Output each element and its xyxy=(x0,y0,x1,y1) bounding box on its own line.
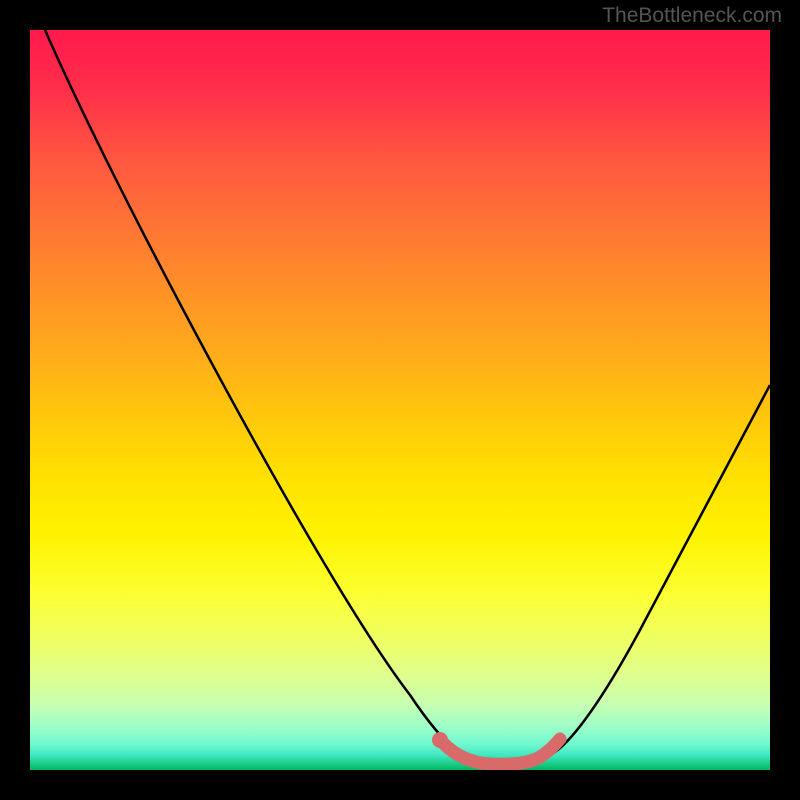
bottleneck-curve xyxy=(45,30,770,765)
chart-svg xyxy=(30,30,770,770)
watermark-text: TheBottleneck.com xyxy=(602,4,782,28)
optimal-point-marker xyxy=(432,732,448,748)
optimal-range-highlight xyxy=(443,739,560,764)
chart-plot-area xyxy=(30,30,770,770)
